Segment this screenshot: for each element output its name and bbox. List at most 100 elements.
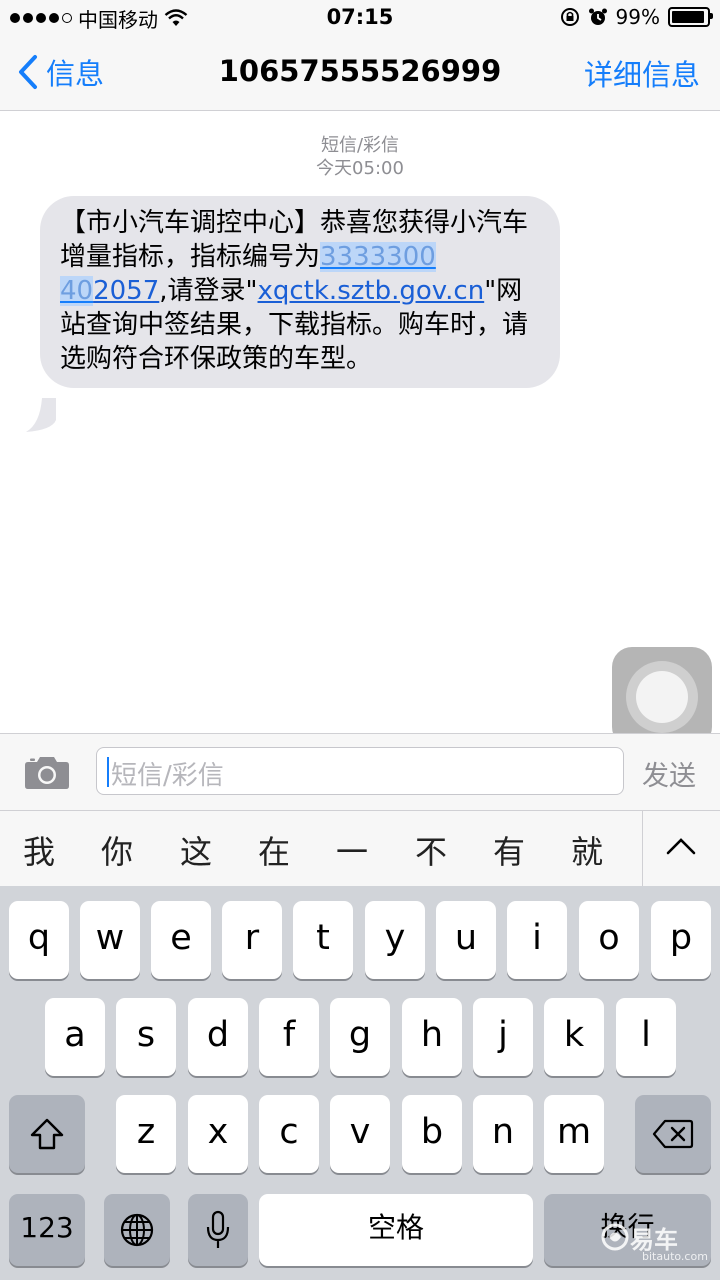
dictation-key[interactable]: [188, 1194, 248, 1266]
candidate-word[interactable]: 在: [254, 827, 294, 873]
battery-fill: [672, 11, 704, 23]
key-label: c: [279, 1112, 299, 1152]
space-key-label: 空格: [367, 1211, 424, 1244]
space-key[interactable]: 空格: [259, 1194, 533, 1266]
shift-icon: [30, 1118, 64, 1150]
key[interactable]: v: [330, 1095, 390, 1173]
candidate-word[interactable]: 这: [176, 827, 216, 873]
message-timestamp: 今天05:00: [316, 158, 404, 179]
key[interactable]: c: [259, 1095, 319, 1173]
key[interactable]: l: [616, 998, 676, 1076]
key-label: h: [420, 1015, 444, 1055]
status-right: 99%: [560, 5, 713, 29]
key-label: e: [170, 918, 192, 958]
candidate-word[interactable]: 不: [411, 827, 451, 873]
key[interactable]: f: [259, 998, 319, 1076]
numbers-key[interactable]: 123: [9, 1194, 85, 1266]
watermark-logo-icon: [601, 1223, 629, 1251]
key-label: l: [641, 1015, 651, 1055]
key[interactable]: g: [330, 998, 390, 1076]
key-label: r: [244, 918, 260, 958]
candidate-word[interactable]: 有: [489, 827, 529, 873]
key[interactable]: y: [365, 901, 425, 979]
numbers-key-label: 123: [20, 1211, 74, 1244]
status-bar: 中国移动 07:15 99%: [0, 0, 720, 36]
candidate-word[interactable]: 就: [567, 827, 607, 873]
shift-key[interactable]: [9, 1095, 85, 1173]
chevron-up-icon[interactable]: [664, 835, 698, 857]
key-label: f: [282, 1015, 296, 1055]
key[interactable]: b: [402, 1095, 462, 1173]
send-button[interactable]: 发送: [642, 754, 696, 793]
key-label: y: [384, 918, 406, 958]
key-label: o: [598, 918, 620, 958]
key-label: x: [207, 1112, 229, 1152]
key[interactable]: t: [293, 901, 353, 979]
bubble-tail: [26, 398, 56, 432]
key-label: t: [316, 918, 330, 958]
key[interactable]: n: [473, 1095, 533, 1173]
key[interactable]: m: [544, 1095, 604, 1173]
compose-bar: 短信/彩信 发送: [0, 733, 720, 810]
key-label: b: [420, 1112, 444, 1152]
key-label: v: [349, 1112, 371, 1152]
message-meta: 短信/彩信 今天05:00: [0, 134, 720, 180]
key[interactable]: e: [151, 901, 211, 979]
key-label: k: [563, 1015, 585, 1055]
candidate-divider: [642, 811, 643, 887]
message-input[interactable]: 短信/彩信: [96, 747, 624, 795]
assistive-core: [636, 671, 688, 723]
candidate-word[interactable]: 一: [332, 827, 372, 873]
key-label: w: [95, 918, 125, 958]
candidate-word[interactable]: 我: [19, 827, 59, 873]
key-label: d: [206, 1015, 230, 1055]
key-label: z: [136, 1112, 156, 1152]
camera-icon[interactable]: [24, 754, 70, 790]
key-label: n: [491, 1112, 515, 1152]
rotation-lock-icon: [560, 8, 579, 26]
key[interactable]: u: [436, 901, 496, 979]
watermark-subtext: bitauto.com: [642, 1250, 708, 1263]
watermark: 易车 bitauto.com: [600, 1216, 710, 1272]
battery-icon: [668, 7, 713, 27]
candidate-word[interactable]: 你: [97, 827, 137, 873]
key[interactable]: h: [402, 998, 462, 1076]
key-label: s: [136, 1015, 156, 1055]
key-label: u: [454, 918, 478, 958]
key-label: g: [348, 1015, 372, 1055]
key[interactable]: i: [507, 901, 567, 979]
key[interactable]: d: [188, 998, 248, 1076]
key[interactable]: x: [188, 1095, 248, 1173]
microphone-icon: [206, 1210, 230, 1248]
key[interactable]: j: [473, 998, 533, 1076]
globe-icon: [120, 1213, 154, 1247]
key[interactable]: s: [116, 998, 176, 1076]
message-text-part2: ,请登录": [159, 276, 258, 306]
details-button[interactable]: 详细信息: [584, 52, 700, 94]
key[interactable]: a: [45, 998, 105, 1076]
candidate-bar: 我 你 这 在 一 不 有 就: [0, 810, 720, 887]
message-bubble[interactable]: 【市小汽车调控中心】恭喜您获得小汽车增量指标，指标编号为3333300 4020…: [40, 196, 560, 388]
number-link[interactable]: 2057: [93, 276, 159, 306]
key-label: q: [27, 918, 51, 958]
text-caret: [107, 757, 109, 787]
key-label: j: [498, 1015, 508, 1055]
website-link[interactable]: xqctk.sztb.gov.cn: [258, 276, 485, 306]
message-type-label: 短信/彩信: [320, 135, 400, 156]
key[interactable]: z: [116, 1095, 176, 1173]
key[interactable]: p: [651, 901, 711, 979]
key-label: p: [669, 918, 693, 958]
backspace-key[interactable]: [635, 1095, 711, 1173]
alarm-icon: [588, 8, 607, 25]
key[interactable]: w: [80, 901, 140, 979]
message-input-placeholder: 短信/彩信: [111, 761, 224, 791]
assistive-touch-button[interactable]: [612, 647, 712, 747]
key-label: a: [64, 1015, 86, 1055]
key[interactable]: r: [222, 901, 282, 979]
key[interactable]: q: [9, 901, 69, 979]
globe-key[interactable]: [104, 1194, 170, 1266]
key-label: i: [532, 918, 542, 958]
battery-percent: 99%: [615, 5, 660, 29]
key[interactable]: k: [544, 998, 604, 1076]
key[interactable]: o: [579, 901, 639, 979]
